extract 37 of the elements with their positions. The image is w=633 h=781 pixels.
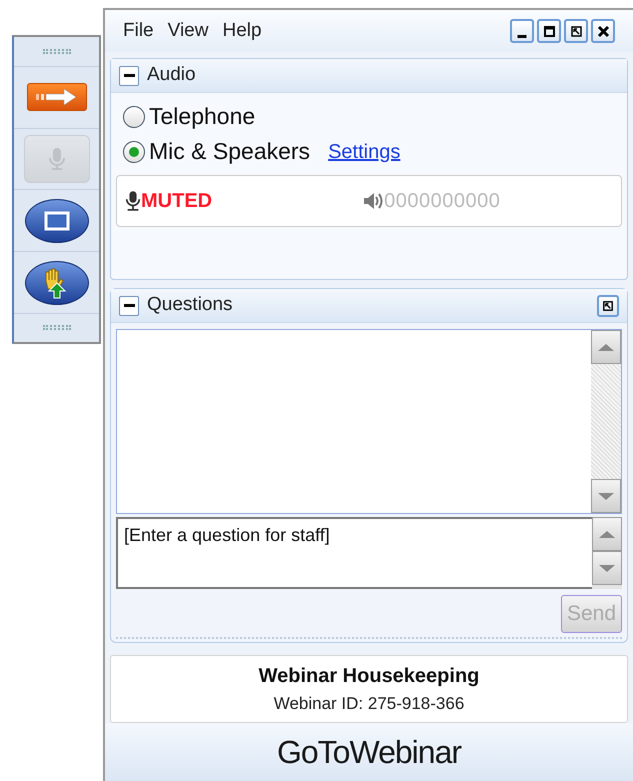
scroll-down-button[interactable] [591, 479, 621, 513]
speaker-level-meter: 0000000000 [384, 189, 500, 214]
screen-icon [44, 210, 70, 231]
speaker-icon [362, 191, 384, 211]
question-input[interactable]: [Enter a question for staff] [116, 517, 592, 589]
menu-item[interactable]: File [123, 16, 154, 46]
pop-out-icon [601, 298, 615, 312]
logo-text: GoToWebinar [276, 733, 462, 772]
close-icon [596, 24, 610, 38]
microphone-icon [48, 147, 66, 172]
collapse-toggle[interactable] [119, 66, 139, 86]
info-title: Webinar Housekeeping [258, 664, 480, 690]
section-title: Audio [147, 63, 196, 88]
maximize-button[interactable] [537, 19, 561, 43]
menu-item[interactable]: Help [222, 16, 262, 46]
settings-link[interactable]: Settings [328, 136, 400, 166]
present-button[interactable] [26, 83, 86, 112]
collapse-toggle[interactable] [119, 296, 139, 316]
webinar-id: Webinar ID: 275-918-366 [274, 693, 464, 716]
radio-option[interactable]: Telephone [123, 99, 256, 134]
minimize-icon [517, 34, 527, 38]
grip-handle[interactable] [42, 325, 70, 330]
minimize-button[interactable] [510, 19, 534, 43]
scroll-up-button[interactable] [591, 330, 621, 364]
close-button[interactable] [591, 19, 615, 43]
grip-handle[interactable] [42, 49, 70, 54]
section-title: Questions [147, 293, 233, 318]
pop-out-button[interactable] [564, 19, 588, 43]
microphone-icon [125, 190, 141, 212]
maximize-icon [542, 24, 556, 38]
menu-item[interactable]: View [168, 16, 208, 46]
pop-out-icon [568, 24, 584, 38]
scroll-up-button[interactable] [592, 517, 622, 551]
radio-option[interactable]: Mic & Speakers [123, 134, 310, 169]
scroll-down-button[interactable] [592, 551, 622, 585]
pop-out-button[interactable] [597, 294, 619, 316]
mute-status: MUTED [141, 189, 212, 214]
